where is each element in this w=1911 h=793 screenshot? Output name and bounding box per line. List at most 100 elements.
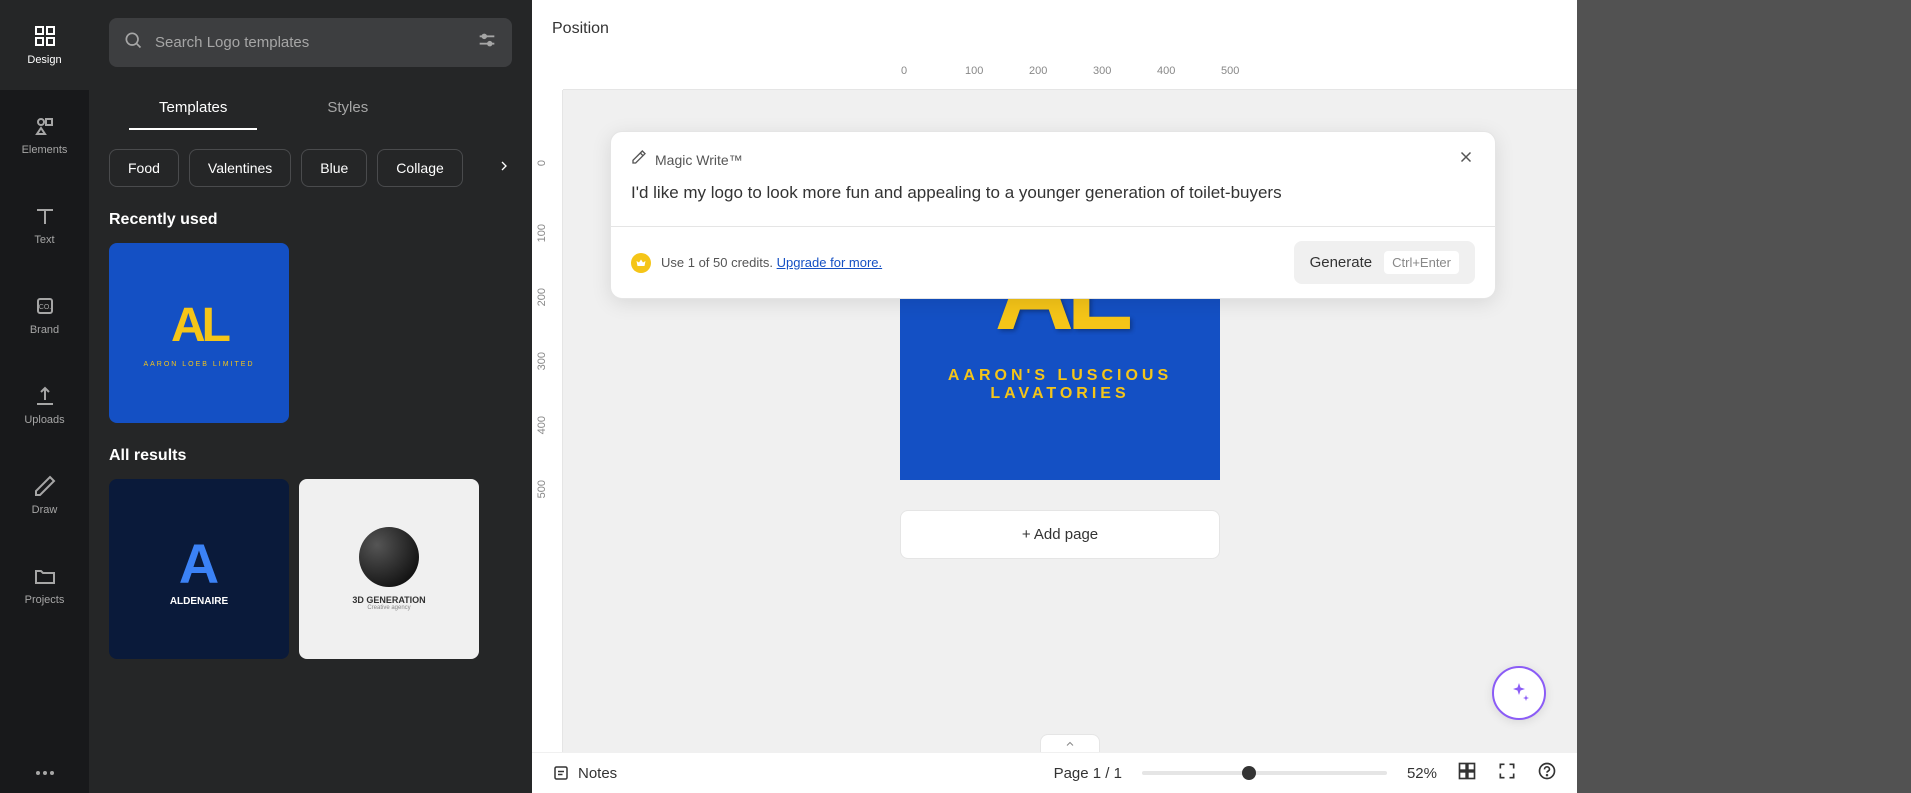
template-card-al[interactable]: AL AARON LOEB LIMITED <box>109 243 289 423</box>
upgrade-link[interactable]: Upgrade for more. <box>777 255 883 270</box>
generate-label: Generate <box>1310 254 1373 271</box>
sidebar-item-elements[interactable]: Elements <box>0 90 89 180</box>
sparkle-icon <box>1507 681 1531 705</box>
draw-icon <box>33 474 57 498</box>
ai-assistant-button[interactable] <box>1492 666 1546 720</box>
sidebar-more[interactable] <box>0 751 89 793</box>
magic-write-title: Magic Write™ <box>655 152 1457 168</box>
magic-write-popup: Magic Write™ I'd like my logo to look mo… <box>610 131 1496 299</box>
sidebar-label: Brand <box>30 324 59 336</box>
chips-row: Food Valentines Blue Collage <box>89 131 532 187</box>
templates-grid-recent: AL AARON LOEB LIMITED <box>89 243 532 423</box>
projects-icon <box>33 564 57 588</box>
sidebar-item-uploads[interactable]: Uploads <box>0 360 89 450</box>
add-page-button[interactable]: + Add page <box>900 510 1220 559</box>
templates-panel: Templates Styles Food Valentines Blue Co… <box>89 0 532 793</box>
notes-button[interactable]: Notes <box>552 764 617 782</box>
sidebar-label: Uploads <box>24 414 64 426</box>
right-panel <box>1577 0 1911 793</box>
ruler-tick: 100 <box>965 65 983 77</box>
ruler-tick: 500 <box>536 480 548 498</box>
grid-view-button[interactable] <box>1457 761 1477 786</box>
ruler-tick: 500 <box>1221 65 1239 77</box>
bottom-icons <box>1457 761 1557 786</box>
ruler-tick: 200 <box>536 288 548 306</box>
bottom-bar: Notes Page 1 / 1 52% <box>532 752 1577 793</box>
magic-write-input[interactable]: I'd like my logo to look more fun and ap… <box>611 179 1495 221</box>
brand-icon: CO. <box>33 294 57 318</box>
more-icon <box>35 770 55 776</box>
tabs-row: Templates Styles <box>89 85 532 131</box>
sidebar-label: Draw <box>32 504 58 516</box>
notes-label: Notes <box>578 765 617 782</box>
chip-collage[interactable]: Collage <box>377 149 462 187</box>
credits-text: Use 1 of 50 credits. Upgrade for more. <box>661 255 882 270</box>
search-input[interactable] <box>155 34 476 51</box>
design-text-line1[interactable]: AARON'S LUSCIOUS <box>948 367 1172 385</box>
search-icon <box>123 30 143 55</box>
zoom-slider[interactable] <box>1142 771 1387 775</box>
template-aldenaire-text: ALDENAIRE <box>170 596 228 607</box>
filter-icon[interactable] <box>476 29 498 56</box>
design-text-line2[interactable]: LAVATORIES <box>990 385 1129 403</box>
position-button[interactable]: Position <box>552 12 609 46</box>
chip-food[interactable]: Food <box>109 149 179 187</box>
sidebar-item-draw[interactable]: Draw <box>0 450 89 540</box>
ruler-tick: 300 <box>536 352 548 370</box>
close-icon <box>1457 148 1475 166</box>
ruler-tick: 0 <box>901 65 907 77</box>
svg-text:CO.: CO. <box>38 304 51 311</box>
ruler-tick: 300 <box>1093 65 1111 77</box>
fullscreen-button[interactable] <box>1497 761 1517 786</box>
header-bar: Position <box>532 0 1577 58</box>
sidebar-item-text[interactable]: Text <box>0 180 89 270</box>
page-info: Page 1 / 1 <box>1054 765 1122 782</box>
template-3d-sub: Creative agency <box>367 605 410 611</box>
generate-button[interactable]: Generate Ctrl+Enter <box>1294 241 1475 284</box>
zoom-value[interactable]: 52% <box>1407 765 1437 782</box>
sidebar-item-design[interactable]: Design <box>0 0 89 90</box>
tab-styles[interactable]: Styles <box>277 85 418 130</box>
grid-icon <box>1457 761 1477 781</box>
sidebar-label: Text <box>34 234 54 246</box>
help-icon <box>1537 761 1557 781</box>
magic-write-header: Magic Write™ <box>611 132 1495 179</box>
magic-write-icon <box>631 149 647 170</box>
chip-blue[interactable]: Blue <box>301 149 367 187</box>
sidebar-item-brand[interactable]: CO. Brand <box>0 270 89 360</box>
crown-icon <box>635 257 647 269</box>
search-box[interactable] <box>109 18 512 67</box>
ruler-tick: 200 <box>1029 65 1047 77</box>
crown-badge <box>631 253 651 273</box>
tab-templates[interactable]: Templates <box>109 85 277 130</box>
template-logo-text: AL <box>171 298 227 353</box>
section-recently-used: Recently used <box>89 187 532 243</box>
ruler-tick: 400 <box>1157 65 1175 77</box>
template-a-text: A <box>179 531 219 596</box>
sidebar-label: Elements <box>22 144 68 156</box>
ruler-tick: 0 <box>536 160 548 166</box>
chevron-up-icon <box>1064 738 1076 750</box>
zoom-slider-thumb[interactable] <box>1242 766 1256 780</box>
text-icon <box>33 204 57 228</box>
sidebar-item-projects[interactable]: Projects <box>0 540 89 630</box>
generate-shortcut: Ctrl+Enter <box>1384 251 1459 274</box>
magic-write-footer: Use 1 of 50 credits. Upgrade for more. G… <box>611 227 1495 298</box>
chip-valentines[interactable]: Valentines <box>189 149 291 187</box>
design-icon <box>33 24 57 48</box>
template-card-3d-generation[interactable]: 3D GENERATION Creative agency <box>299 479 479 659</box>
chips-next-icon[interactable] <box>466 158 512 179</box>
template-card-aldenaire[interactable]: A ALDENAIRE <box>109 479 289 659</box>
uploads-icon <box>33 384 57 408</box>
section-all-results: All results <box>89 423 532 479</box>
ruler-vertical: 0 100 200 300 400 500 <box>532 90 563 752</box>
help-button[interactable] <box>1537 761 1557 786</box>
canvas-toggle-button[interactable] <box>1040 734 1100 752</box>
left-sidebar: Design Elements Text CO. Brand Uploads D… <box>0 0 89 793</box>
close-button[interactable] <box>1457 148 1475 171</box>
ruler-tick: 100 <box>536 224 548 242</box>
templates-grid-all: A ALDENAIRE 3D GENERATION Creative agenc… <box>89 479 532 659</box>
search-container <box>89 0 532 85</box>
template-logo-sub: AARON LOEB LIMITED <box>143 361 254 368</box>
sidebar-label: Design <box>27 54 61 66</box>
